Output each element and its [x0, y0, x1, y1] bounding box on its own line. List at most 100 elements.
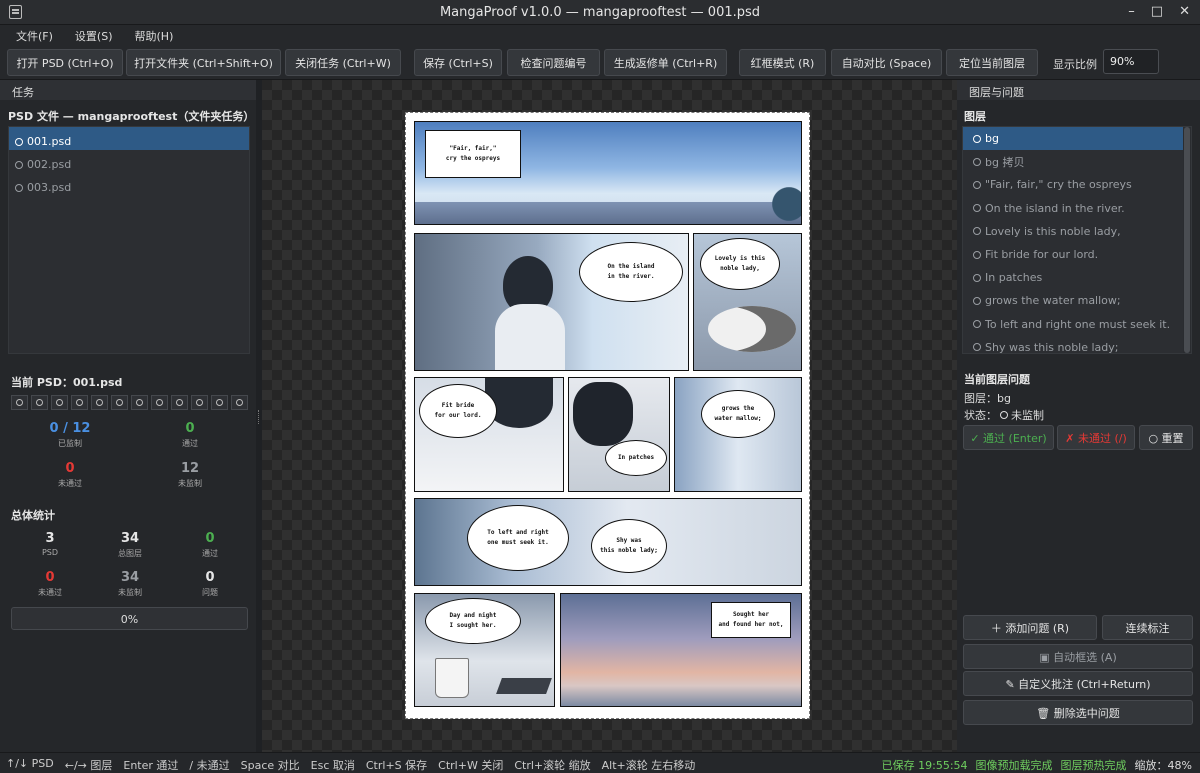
maximize-button[interactable]: □: [1151, 4, 1163, 19]
file-item-003[interactable]: 003.psd: [9, 173, 249, 196]
layer-status-cell[interactable]: [111, 395, 128, 410]
close-button[interactable]: ✕: [1179, 4, 1190, 19]
status-ring-icon: [973, 204, 981, 213]
hint-save: Ctrl+S 保存: [365, 759, 428, 772]
layer-status-cell[interactable]: [11, 395, 28, 410]
zoom-status: 缩放：48%: [1134, 759, 1192, 772]
hint-pan: Alt+滚轮 左右移动: [601, 759, 696, 772]
layer-status-cell[interactable]: [171, 395, 188, 410]
layer-status-cell[interactable]: [71, 395, 88, 410]
layer-status-strip: [11, 395, 248, 410]
stat-value: 0 / 12: [49, 421, 91, 436]
pass-button[interactable]: ✓ 通过 (Enter): [963, 425, 1054, 450]
layer-item[interactable]: bg: [963, 127, 1191, 151]
manga-panel-3c: grows the water mallow;: [674, 377, 802, 492]
open-folder-button[interactable]: 打开文件夹 (Ctrl+Shift+O): [126, 49, 281, 76]
auto-select-button[interactable]: ▣ 自动框选 (A): [963, 644, 1193, 669]
layer-status-cell[interactable]: [211, 395, 228, 410]
stat-reviewed: 0 / 12 已监制: [30, 421, 110, 449]
notebook: [496, 678, 552, 694]
overall-progress-bar: 0%: [11, 607, 248, 630]
continuous-annotate-button[interactable]: 连续标注: [1102, 615, 1193, 640]
fail-button[interactable]: ✗ 未通过 (/): [1057, 425, 1135, 450]
layer-name: On the island in the river.: [985, 201, 1125, 215]
reset-button[interactable]: ○ 重置: [1139, 425, 1193, 450]
layer-item[interactable]: grows the water mallow;: [963, 289, 1191, 312]
layer-item[interactable]: On the island in the river.: [963, 197, 1191, 220]
locate-layer-button[interactable]: 定位当前图层: [946, 49, 1038, 76]
close-task-button[interactable]: 关闭任务 (Ctrl+W): [285, 49, 401, 76]
current-issue-title: 当前图层问题: [964, 373, 1030, 386]
layer-status-cell[interactable]: [91, 395, 108, 410]
status-ring-icon: [36, 399, 43, 406]
check-issue-numbers-button[interactable]: 检查问题编号: [507, 49, 600, 76]
hint-pass: Enter 通过: [123, 759, 179, 772]
layer-name: Fit bride for our lord.: [985, 248, 1099, 262]
stat-value: 34: [120, 570, 140, 585]
file-item-002[interactable]: 002.psd: [9, 150, 249, 173]
layer-name: Shy was this noble lady;: [985, 340, 1119, 354]
status-ring-icon: [973, 134, 981, 143]
task-panel-header: 任务: [0, 80, 256, 100]
stat-label: PSD: [41, 548, 59, 557]
status-ring-icon: [973, 227, 981, 236]
window-title: MangaProof v1.0.0 — mangaprooftest — 001…: [439, 5, 761, 20]
layer-status-cell[interactable]: [131, 395, 148, 410]
thought-bubble-2b: Lovely is this noble lady,: [700, 238, 780, 290]
status-ring-icon: [973, 296, 981, 305]
status-ring-icon: [15, 183, 23, 192]
auto-compare-button[interactable]: 自动对比 (Space): [831, 49, 942, 76]
city-skyline: [415, 202, 801, 224]
manga-panel-3a: Fit bride for our lord.: [414, 377, 564, 492]
file-item-001[interactable]: 001.psd: [9, 127, 249, 150]
status-ring-icon: [96, 399, 103, 406]
layer-item[interactable]: Shy was this noble lady;: [963, 336, 1191, 354]
minimize-button[interactable]: –: [1128, 4, 1135, 19]
layer-list-scrollbar[interactable]: [1183, 127, 1191, 353]
status-indicators: 已保存 19:55:54 图像预加载完成 图层预热完成 缩放：48%: [882, 757, 1192, 773]
zoom-label: 显示比例: [1053, 58, 1097, 71]
zoom-input[interactable]: 90%: [1103, 49, 1159, 74]
layers-panel-header: 图层与问题: [957, 80, 1200, 100]
menu-help[interactable]: 帮助(H): [135, 28, 174, 44]
add-issue-button[interactable]: ＋ 添加问题 (R): [963, 615, 1097, 640]
layer-item[interactable]: Lovely is this noble lady,: [963, 220, 1191, 243]
manga-panel-1: "Fair, fair," cry the ospreys: [414, 121, 802, 225]
open-psd-button[interactable]: 打开 PSD (Ctrl+O): [7, 49, 123, 76]
overall-stats-title: 总体统计: [11, 509, 55, 522]
delete-issue-button[interactable]: 🗑 删除选中问题: [963, 700, 1193, 725]
stat-label: 未通过: [58, 479, 82, 488]
layer-item[interactable]: "Fair, fair," cry the ospreys: [963, 173, 1191, 196]
layer-status-cell[interactable]: [231, 395, 248, 410]
layer-status-cell[interactable]: [51, 395, 68, 410]
red-box-mode-button[interactable]: 红框模式 (R): [739, 49, 826, 76]
layer-name: grows the water mallow;: [985, 294, 1121, 308]
layer-item[interactable]: In patches: [963, 266, 1191, 289]
canvas-viewport[interactable]: "Fair, fair," cry the ospreys On the isl…: [262, 80, 957, 752]
layer-item[interactable]: To left and right one must seek it.: [963, 313, 1191, 336]
status-ring-icon: [973, 250, 981, 259]
status-label: 状态：: [964, 409, 997, 422]
manga-panel-2: On the island in the river.: [414, 233, 689, 371]
layer-status-cell[interactable]: [151, 395, 168, 410]
layer-item[interactable]: bg 拷贝: [963, 150, 1191, 173]
manga-panel-3b: In patches: [568, 377, 670, 492]
generate-revision-button[interactable]: 生成返修单 (Ctrl+R): [604, 49, 727, 76]
psd-file-list: 001.psd 002.psd 003.psd: [8, 126, 250, 354]
menu-file[interactable]: 文件(F): [16, 28, 53, 44]
custom-note-button[interactable]: ✎ 自定义批注 (Ctrl+Return): [963, 671, 1193, 696]
layer-status-cell[interactable]: [191, 395, 208, 410]
stat-unreviewed: 12 未监制: [150, 461, 230, 489]
save-button[interactable]: 保存 (Ctrl+S): [414, 49, 502, 76]
left-splitter-handle[interactable]: [258, 410, 260, 424]
layer-preload-status: 图层预热完成: [1060, 759, 1127, 772]
speech-bubble-4a: To left and right one must seek it.: [467, 505, 569, 571]
layer-status-cell[interactable]: [31, 395, 48, 410]
character-body: [495, 304, 565, 370]
stat-passed: 0 通过: [150, 421, 230, 449]
scrollbar-thumb[interactable]: [1184, 127, 1190, 353]
menu-settings[interactable]: 设置(S): [75, 28, 113, 44]
status-ring-icon: [1000, 411, 1008, 419]
layer-item[interactable]: Fit bride for our lord.: [963, 243, 1191, 266]
file-name: 002.psd: [27, 158, 72, 171]
